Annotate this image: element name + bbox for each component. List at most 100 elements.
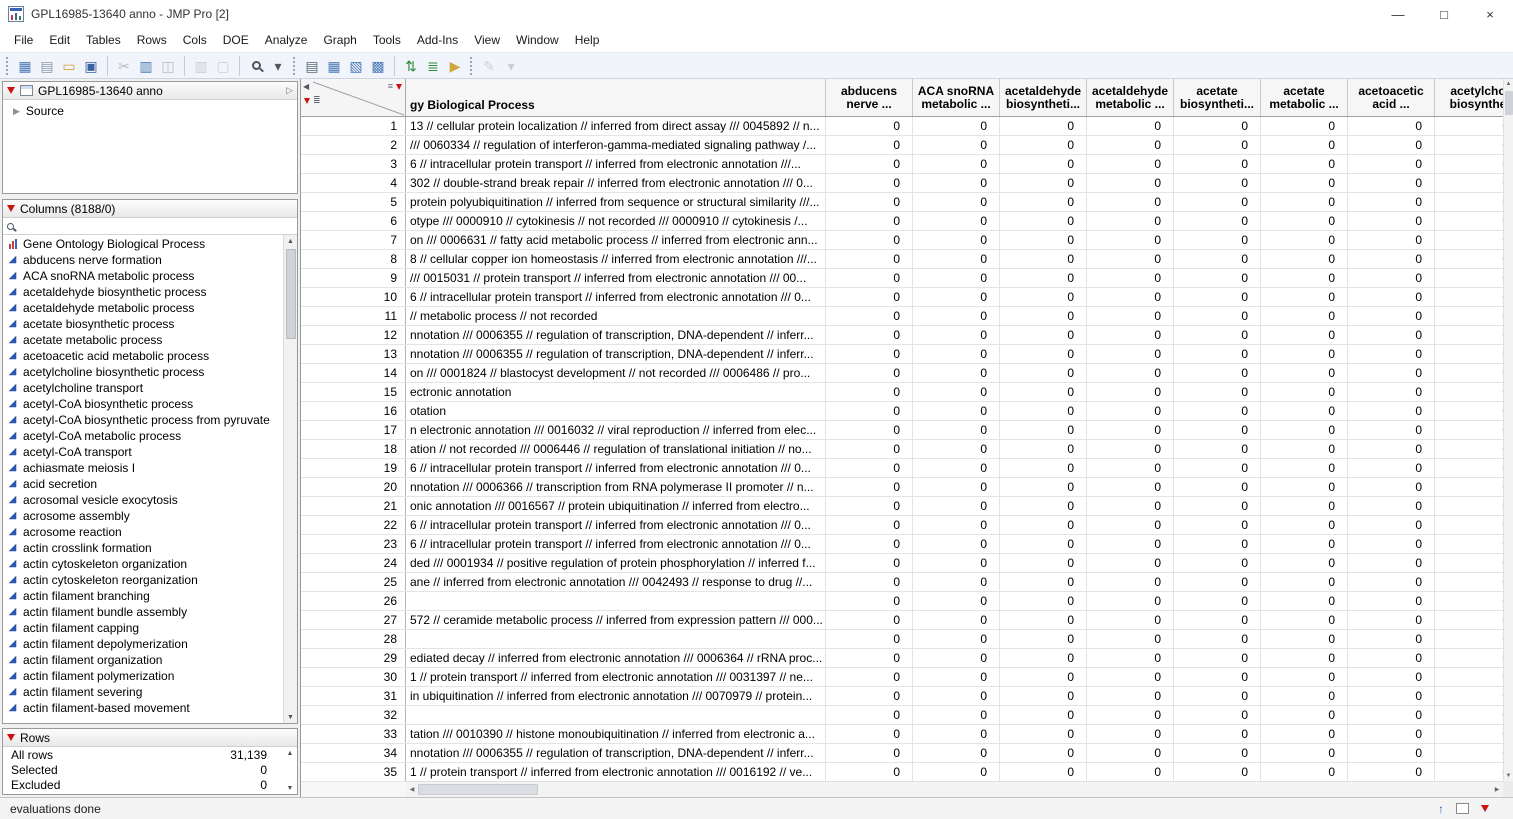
value-cell[interactable]: 0 [826,592,913,610]
row-number-cell[interactable]: 9 [301,269,406,287]
value-cell[interactable]: 0 [1174,478,1261,496]
value-cell[interactable]: 0 [1087,345,1174,363]
table-layout-icon[interactable]: ▩ [367,55,389,77]
value-cell[interactable]: 0 [1435,630,1503,648]
menu-item-graph[interactable]: Graph [315,30,364,50]
column-item[interactable]: acetaldehyde metabolic process [3,300,283,316]
source-script-item[interactable]: Source [3,100,297,118]
column-item[interactable]: achiasmate meiosis I [3,460,283,476]
value-cell[interactable]: 0 [1087,136,1174,154]
column-item[interactable]: acid secretion [3,476,283,492]
value-cell[interactable]: 0 [1000,592,1087,610]
gene-ontology-text-cell[interactable] [406,706,826,724]
zoom-icon[interactable] [245,55,267,77]
value-cell[interactable]: 0 [1000,155,1087,173]
value-cell[interactable]: 0 [1435,478,1503,496]
scroll-up-icon[interactable] [284,235,297,247]
gene-ontology-text-cell[interactable]: tation /// 0010390 // histone monoubiqui… [406,725,826,743]
value-cell[interactable]: 0 [1174,668,1261,686]
value-cell[interactable]: 0 [913,174,1000,192]
value-cell[interactable]: 0 [913,364,1000,382]
value-cell[interactable]: 0 [1000,725,1087,743]
value-cell[interactable]: 0 [826,516,913,534]
red-triangle-menu-icon[interactable] [7,205,15,212]
value-cell[interactable]: 0 [1174,440,1261,458]
value-cell[interactable]: 0 [1435,212,1503,230]
value-cell[interactable]: 0 [1174,174,1261,192]
maximize-button[interactable]: □ [1421,0,1467,28]
value-cell[interactable]: 0 [1000,459,1087,477]
collapse-panels-arrow-icon[interactable] [303,82,309,91]
row-number-cell[interactable]: 6 [301,212,406,230]
value-cell[interactable]: 0 [1174,193,1261,211]
row-number-cell[interactable]: 13 [301,345,406,363]
value-cell[interactable]: 0 [1348,592,1435,610]
value-cell[interactable]: 0 [913,478,1000,496]
columns-search-input[interactable] [19,219,297,234]
row-number-cell[interactable]: 15 [301,383,406,401]
value-cell[interactable]: 0 [1087,744,1174,762]
value-cell[interactable]: 0 [1261,212,1348,230]
gene-ontology-text-cell[interactable]: /// 0060334 // regulation of interferon-… [406,136,826,154]
value-cell[interactable]: 0 [1087,554,1174,572]
value-cell[interactable]: 0 [1261,649,1348,667]
value-cell[interactable]: 0 [913,440,1000,458]
column-item[interactable]: Gene Ontology Biological Process [3,236,283,252]
column-item[interactable]: abducens nerve formation [3,252,283,268]
gene-ontology-text-cell[interactable]: onic annotation /// 0016567 // protein u… [406,497,826,515]
copy-icon[interactable]: ▥ [135,55,157,77]
column-item[interactable]: acetyl-CoA metabolic process [3,428,283,444]
value-cell[interactable]: 0 [1348,687,1435,705]
value-cell[interactable]: 0 [1174,744,1261,762]
value-cell[interactable]: 0 [1087,516,1174,534]
value-cell[interactable]: 0 [1087,383,1174,401]
row-number-cell[interactable]: 32 [301,706,406,724]
red-triangle-menu-icon[interactable] [7,734,15,741]
menu-item-tables[interactable]: Tables [78,30,129,50]
value-cell[interactable]: 0 [1174,402,1261,420]
summary-icon[interactable]: ≣ [422,55,444,77]
row-number-cell[interactable]: 24 [301,554,406,572]
save-icon[interactable]: ▣ [80,55,102,77]
gene-ontology-text-cell[interactable]: otation [406,402,826,420]
value-cell[interactable]: 0 [1261,364,1348,382]
value-cell[interactable]: 0 [1348,573,1435,591]
row-number-cell[interactable]: 30 [301,668,406,686]
row-number-cell[interactable]: 17 [301,421,406,439]
value-cell[interactable]: 0 [1087,174,1174,192]
value-cell[interactable]: 0 [913,421,1000,439]
value-cell[interactable]: 0 [1174,687,1261,705]
value-cell[interactable]: 0 [1348,744,1435,762]
sort-icon[interactable]: ⇅ [400,55,422,77]
row-number-cell[interactable]: 21 [301,497,406,515]
gene-ontology-text-cell[interactable]: n electronic annotation /// 0016032 // v… [406,421,826,439]
value-cell[interactable]: 0 [913,345,1000,363]
value-cell[interactable]: 0 [1000,478,1087,496]
value-cell[interactable]: 0 [1174,136,1261,154]
value-cell[interactable]: 0 [1348,516,1435,534]
menu-item-rows[interactable]: Rows [129,30,175,50]
value-cell[interactable]: 0 [913,136,1000,154]
scroll-down-icon[interactable] [1506,771,1512,781]
value-cell[interactable]: 0 [1435,345,1503,363]
value-cell[interactable]: 0 [1174,649,1261,667]
row-number-cell[interactable]: 5 [301,193,406,211]
gene-ontology-text-cell[interactable]: nnotation /// 0006355 // regulation of t… [406,744,826,762]
scrollbar-thumb[interactable] [418,784,538,795]
value-cell[interactable]: 0 [1000,117,1087,135]
gene-ontology-text-cell[interactable] [406,592,826,610]
value-cell[interactable]: 0 [826,687,913,705]
column-header[interactable]: acetatebiosyntheti... [1174,79,1261,116]
value-cell[interactable]: 0 [1174,554,1261,572]
menu-item-cols[interactable]: Cols [175,30,215,50]
red-triangle-menu-icon[interactable] [304,98,310,104]
value-cell[interactable]: 0 [826,459,913,477]
gene-ontology-text-cell[interactable]: 302 // double-strand break repair // inf… [406,174,826,192]
value-cell[interactable]: 0 [1435,706,1503,724]
value-cell[interactable]: 0 [913,326,1000,344]
gene-ontology-text-cell[interactable]: ediated decay // inferred from electroni… [406,649,826,667]
menu-item-view[interactable]: View [466,30,508,50]
value-cell[interactable]: 0 [1435,117,1503,135]
row-number-cell[interactable]: 26 [301,592,406,610]
value-cell[interactable]: 0 [826,725,913,743]
